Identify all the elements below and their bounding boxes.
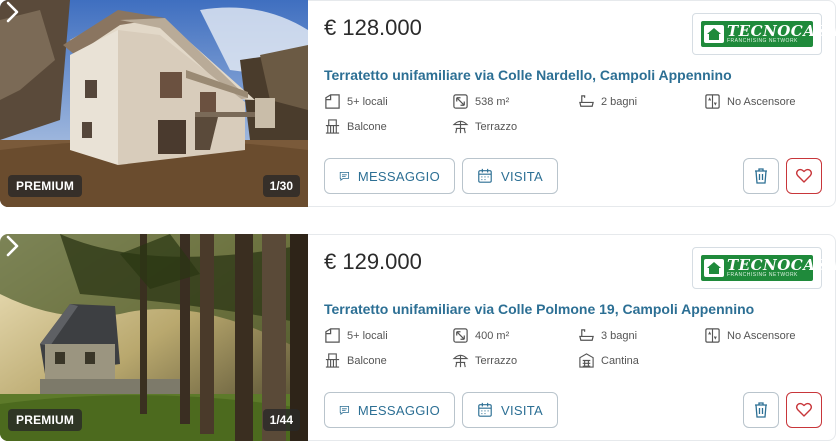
heart-icon [795, 168, 813, 183]
feature-cellar: Cantina [578, 352, 639, 369]
trash-icon [755, 402, 767, 418]
feature-rooms: 5+ locali [324, 93, 388, 110]
rooms-icon [325, 94, 340, 109]
feature-label: Balcone [347, 354, 387, 367]
rooms-icon [325, 328, 340, 343]
agency-logo[interactable]: TECNOCASA FRANCHISING NETWORK [692, 13, 836, 55]
favorite-button[interactable] [786, 158, 822, 194]
feature-label: Terrazzo [475, 354, 518, 367]
feature-area: 538 m² [452, 93, 509, 110]
bath-icon [579, 329, 594, 341]
hide-listing-button[interactable] [743, 392, 779, 428]
agency-tagline: FRANCHISING NETWORK [727, 272, 798, 278]
feature-elevator: No Ascensore [704, 327, 795, 344]
feature-bath: 3 bagni [578, 327, 637, 344]
photo-counter: 1/30 [262, 175, 300, 197]
cellar-icon [579, 353, 594, 368]
visit-button[interactable]: VISITA [462, 392, 558, 428]
balcony-icon [325, 119, 340, 134]
feature-label: Cantina [601, 354, 639, 367]
house-icon [704, 25, 724, 43]
elevator-icon [705, 94, 720, 109]
premium-badge: PREMIUM [8, 409, 83, 431]
agency-tagline: FRANCHISING NETWORK [727, 38, 798, 44]
feature-label: Terrazzo [475, 120, 518, 133]
feature-terrace: Terrazzo [452, 352, 517, 369]
feature-label: No Ascensore [727, 95, 796, 108]
feature-label: 2 bagni [601, 95, 638, 108]
feature-label: No Ascensore [727, 329, 796, 342]
hide-listing-button[interactable] [743, 158, 779, 194]
visit-button[interactable]: VISITA [462, 158, 558, 194]
feature-label: 400 m² [475, 329, 510, 342]
listing-photo[interactable]: PREMIUM 1/30 [0, 0, 308, 207]
feature-balcony: Balcone [324, 118, 387, 135]
listing-title[interactable]: Terratetto unifamiliare via Colle Nardel… [324, 67, 732, 83]
message-button-label: MESSAGGIO [357, 168, 440, 184]
calendar-icon [478, 168, 492, 183]
terrace-icon [452, 120, 469, 134]
feature-bath: 2 bagni [578, 93, 637, 110]
feature-label: 5+ locali [347, 329, 388, 342]
feature-label: 5+ locali [347, 95, 388, 108]
message-button-label: MESSAGGIO [357, 402, 440, 418]
house-icon [704, 259, 724, 277]
listing-details: € 129.000 Terratetto unifamiliare via Co… [308, 234, 836, 441]
listing-price: € 128.000 [324, 15, 422, 40]
message-icon [339, 171, 350, 181]
favorite-button[interactable] [786, 392, 822, 428]
balcony-icon [325, 353, 340, 368]
listing-title[interactable]: Terratetto unifamiliare via Colle Polmon… [324, 301, 754, 317]
listing-card[interactable]: PREMIUM 1/30 € 128.000 Terratetto unifam… [0, 0, 836, 207]
elevator-icon [705, 328, 720, 343]
calendar-icon [478, 402, 492, 417]
terrace-icon [452, 354, 469, 368]
trash-icon [755, 168, 767, 184]
message-icon [339, 405, 350, 415]
feature-label: 3 bagni [601, 329, 638, 342]
listing-card[interactable]: PREMIUM 1/44 € 129.000 Terratetto unifam… [0, 234, 836, 441]
area-icon [453, 94, 468, 109]
premium-badge: PREMIUM [8, 175, 83, 197]
feature-balcony: Balcone [324, 352, 387, 369]
feature-terrace: Terrazzo [452, 118, 517, 135]
heart-icon [795, 402, 813, 417]
agency-logo[interactable]: TECNOCASA FRANCHISING NETWORK [692, 247, 836, 289]
bath-icon [579, 95, 594, 107]
feature-elevator: No Ascensore [704, 93, 795, 110]
visit-button-label: VISITA [500, 168, 543, 184]
listing-details: € 128.000 Terratetto unifamiliare via Co… [308, 0, 836, 207]
feature-area: 400 m² [452, 327, 509, 344]
feature-label: 538 m² [475, 95, 510, 108]
feature-label: Balcone [347, 120, 387, 133]
chevron-right-icon[interactable] [0, 0, 24, 24]
area-icon [453, 328, 468, 343]
listing-photo[interactable]: PREMIUM 1/44 [0, 234, 308, 441]
photo-counter: 1/44 [262, 409, 300, 431]
listing-price: € 129.000 [324, 249, 422, 274]
visit-button-label: VISITA [500, 402, 543, 418]
message-button[interactable]: MESSAGGIO [324, 392, 455, 428]
message-button[interactable]: MESSAGGIO [324, 158, 455, 194]
feature-rooms: 5+ locali [324, 327, 388, 344]
chevron-right-icon[interactable] [0, 234, 24, 258]
